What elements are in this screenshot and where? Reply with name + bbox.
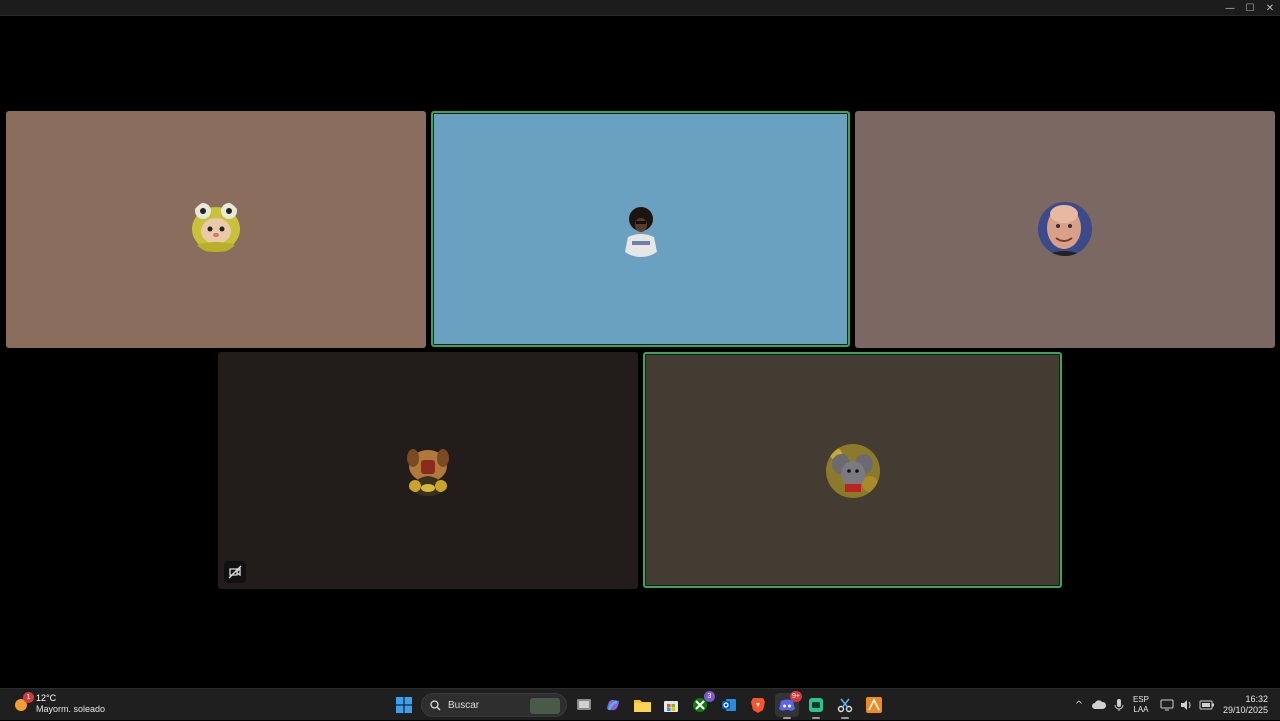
- sun-icon: 1: [12, 692, 34, 713]
- xbox-button[interactable]: 3: [688, 691, 715, 717]
- window-controls: — ☐ ✕: [1220, 0, 1280, 16]
- start-button[interactable]: [392, 693, 416, 717]
- weather-temperature: 12°C: [36, 693, 57, 703]
- search-box[interactable]: Buscar: [421, 693, 567, 717]
- participant-tile[interactable]: [218, 352, 638, 589]
- battery-icon[interactable]: [1197, 695, 1217, 715]
- maximize-button[interactable]: ☐: [1240, 0, 1260, 16]
- show-hidden-icons-button[interactable]: ^: [1069, 695, 1089, 715]
- adobe-button[interactable]: [862, 693, 886, 717]
- volume-icon[interactable]: [1177, 695, 1197, 715]
- discord-notification-badge: 9+: [790, 691, 802, 702]
- minimize-button[interactable]: —: [1220, 0, 1240, 16]
- search-icon: [430, 699, 441, 710]
- participant-tile[interactable]: [855, 111, 1275, 348]
- discord-button[interactable]: 9+: [775, 691, 802, 719]
- close-button[interactable]: ✕: [1260, 0, 1280, 16]
- app-icon: [809, 698, 823, 712]
- clock-time: 16:32: [1245, 694, 1268, 704]
- bald-man-avatar[interactable]: [1038, 202, 1092, 256]
- task-view-button[interactable]: [572, 693, 596, 717]
- participant-tile-speaking[interactable]: [431, 111, 850, 347]
- file-explorer-button[interactable]: [630, 693, 654, 717]
- search-highlight-icon: [530, 698, 560, 714]
- participant-tile[interactable]: [6, 111, 426, 348]
- copilot-button[interactable]: [601, 693, 625, 717]
- armored-dog-avatar[interactable]: [401, 442, 455, 496]
- system-tray: ^ ESP LAA 16:32 29/10/2025: [1069, 689, 1280, 721]
- windows-logo-icon: [396, 697, 412, 713]
- store-button[interactable]: [659, 693, 683, 717]
- outlook-button[interactable]: [717, 693, 741, 717]
- camera-off-icon: [228, 565, 242, 579]
- frog-hat-cat-avatar[interactable]: [189, 199, 243, 253]
- brave-icon: [751, 698, 765, 713]
- weather-condition: Mayorm. soleado: [36, 704, 106, 714]
- onedrive-icon[interactable]: [1089, 695, 1109, 715]
- outlook-icon: [722, 699, 736, 711]
- scissors-icon: [837, 698, 853, 713]
- brave-button[interactable]: [746, 693, 770, 717]
- copilot-icon: [607, 699, 619, 711]
- folder-icon: [633, 700, 651, 712]
- language-code: ESP: [1132, 695, 1149, 704]
- clock-date: 29/10/2025: [1222, 705, 1268, 715]
- store-icon: [664, 701, 678, 712]
- keyboard-layout-code: LAA: [1133, 705, 1149, 714]
- camera-off-badge: [224, 561, 246, 583]
- task-view-icon: [577, 699, 591, 710]
- search-label: Buscar: [448, 699, 480, 711]
- weather-alert-badge: 1: [23, 692, 34, 703]
- app-window: — ☐ ✕: [0, 0, 1280, 688]
- teams-button[interactable]: [804, 693, 828, 719]
- taskbar-apps: Buscar 3 9+: [392, 691, 886, 719]
- clock[interactable]: 16:32 29/10/2025: [1223, 694, 1268, 716]
- adobe-icon: [866, 697, 882, 713]
- snipping-button[interactable]: [833, 693, 857, 719]
- participant-tile-speaking[interactable]: [643, 352, 1062, 588]
- title-bar: — ☐ ✕: [0, 0, 1280, 16]
- gray-mouse-avatar[interactable]: [826, 444, 880, 498]
- afro-person-avatar[interactable]: [614, 203, 668, 257]
- weather-widget[interactable]: 1 12°C Mayorm. soleado: [12, 692, 106, 715]
- taskbar: 1 12°C Mayorm. soleado Buscar 3 9+ ^ ESP…: [0, 688, 1280, 720]
- input-language-indicator[interactable]: ESP LAA: [1133, 695, 1149, 715]
- microphone-icon[interactable]: [1109, 695, 1129, 715]
- network-icon[interactable]: [1157, 695, 1177, 715]
- xbox-notification-badge: 3: [704, 691, 715, 702]
